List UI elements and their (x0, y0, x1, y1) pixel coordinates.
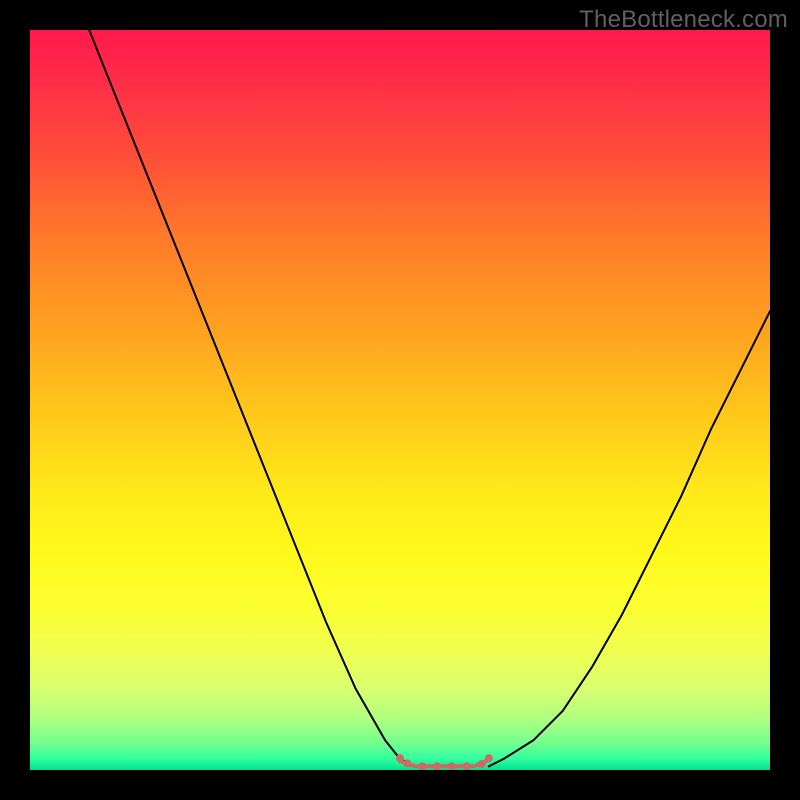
series-bottom_flat_marker (400, 760, 489, 767)
marker-dot (448, 762, 456, 770)
marker-dot (477, 760, 485, 768)
marker-dot (433, 762, 441, 770)
series-left_branch (89, 30, 415, 766)
marker-dot (418, 762, 426, 770)
chart-svg (30, 30, 770, 770)
chart-plot-area (30, 30, 770, 770)
marker-dot (403, 759, 411, 767)
watermark-text: TheBottleneck.com (579, 6, 788, 34)
marker-dot (396, 754, 404, 762)
marker-dot (485, 754, 493, 762)
series-right_branch (489, 311, 770, 766)
marker-dot (463, 762, 471, 770)
